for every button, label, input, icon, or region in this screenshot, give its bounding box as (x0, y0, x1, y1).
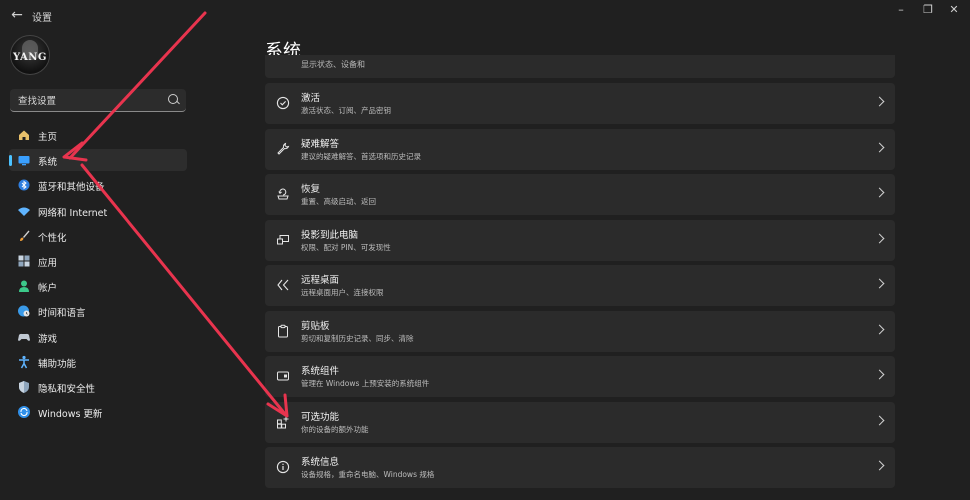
sidebar-item-gaming[interactable]: 游戏 (9, 326, 187, 348)
home-icon (17, 128, 31, 142)
sidebar-item-network[interactable]: 网络和 Internet (9, 200, 187, 222)
apps-icon (17, 254, 31, 268)
info-icon (276, 460, 290, 474)
sidebar-item-time-language[interactable]: 时间和语言 (9, 300, 187, 322)
gamepad-icon (17, 330, 31, 344)
close-icon[interactable]: ✕ (946, 2, 962, 18)
sidebar-item-bluetooth[interactable]: 蓝牙和其他设备 (9, 174, 187, 196)
optional-features-icon (276, 415, 290, 429)
components-icon (276, 369, 290, 383)
avatar[interactable]: YANG (10, 35, 50, 75)
title-bar: ← 设置 – ❐ ✕ (0, 0, 970, 32)
chevron-right-icon (874, 278, 885, 289)
sidebar-item-label: Windows 更新 (38, 409, 103, 421)
card-description: 重置、高级启动、返回 (301, 197, 376, 206)
maximize-icon[interactable]: ❐ (920, 2, 936, 18)
card-description: 建议的疑难解答、首选项和历史记录 (301, 151, 421, 161)
card-optional-features[interactable]: 可选功能 你的设备的额外功能 (265, 401, 895, 443)
person-icon (17, 279, 31, 293)
card-recovery[interactable]: 恢复 重置、高级启动、返回 (265, 174, 895, 215)
sidebar-item-label: 隐私和安全性 (38, 383, 96, 395)
sidebar-item-apps[interactable]: 应用 (9, 250, 187, 272)
chevron-right-icon (874, 233, 885, 243)
card-description: 权限、配对 PIN、可发现性 (301, 242, 391, 252)
sidebar-item-label: 个性化 (38, 232, 67, 244)
chevron-right-icon (874, 369, 885, 380)
wrench-icon (276, 142, 290, 156)
sidebar-item-privacy-security[interactable]: 隐私和安全性 (9, 376, 187, 398)
card-description: 设备规格，重命名电脑、Windows 规格 (301, 470, 435, 479)
card-description: 激活状态、订阅、产品密钥 (301, 106, 391, 115)
card-title: 系统信息 (301, 457, 340, 468)
accessibility-icon (17, 355, 31, 369)
card-description: 剪切和复制历史记录、同步、清除 (301, 333, 414, 343)
recovery-icon (276, 187, 290, 201)
chevron-right-icon (874, 415, 885, 425)
card-remote-desktop[interactable]: 远程桌面 远程桌面用户、连接权限 (265, 265, 895, 306)
clipboard-icon (276, 324, 290, 338)
app-title: 设置 (32, 13, 52, 24)
sidebar-item-system[interactable]: 系统 (9, 149, 187, 172)
chevron-right-icon (874, 460, 885, 471)
sidebar-item-label: 辅助功能 (38, 358, 77, 370)
windows-update-icon (17, 405, 31, 419)
search-icon[interactable] (168, 94, 178, 104)
card-title: 恢复 (301, 184, 321, 195)
chevron-right-icon (874, 96, 885, 107)
card-title: 远程桌面 (301, 275, 340, 286)
sidebar-item-windows-update[interactable]: Windows 更新 (9, 401, 187, 423)
brush-icon (17, 229, 31, 243)
wifi-icon (17, 204, 31, 218)
sidebar-item-label: 应用 (38, 257, 58, 269)
remote-desktop-icon (276, 278, 290, 292)
sidebar-item-label: 系统 (38, 157, 58, 169)
card-activation[interactable]: 激活 激活状态、订阅、产品密钥 (265, 83, 895, 124)
card-title: 投影到此电脑 (301, 229, 359, 241)
globe-clock-icon (17, 304, 31, 318)
card-description: 远程桌面用户、连接权限 (301, 288, 384, 297)
search-input[interactable] (16, 92, 170, 110)
sidebar-item-label: 蓝牙和其他设备 (38, 182, 105, 194)
card-description: 管理在 Windows 上预安装的系统组件 (301, 379, 430, 388)
chevron-right-icon (874, 187, 885, 198)
card-troubleshoot[interactable]: 疑难解答 建议的疑难解答、首选项和历史记录 (265, 128, 895, 170)
card-title: 系统组件 (301, 366, 340, 377)
card-description: 显示状态、设备和 (301, 60, 365, 69)
sidebar-item-label: 时间和语言 (38, 308, 86, 320)
sidebar-item-personalization[interactable]: 个性化 (9, 225, 187, 247)
search-box[interactable] (10, 89, 186, 112)
chevron-right-icon (874, 324, 885, 334)
card-description: 你的设备的额外功能 (301, 424, 369, 434)
shield-icon (17, 380, 31, 394)
sidebar-item-label: 游戏 (38, 333, 58, 345)
card-project-to-pc[interactable]: 投影到此电脑 权限、配对 PIN、可发现性 (265, 219, 895, 261)
sidebar-item-accessibility[interactable]: 辅助功能 (9, 351, 187, 373)
card-system-components[interactable]: 系统组件 管理在 Windows 上预安装的系统组件 (265, 356, 895, 397)
card-title: 疑难解答 (301, 138, 340, 150)
projection-icon (276, 233, 290, 247)
minimize-icon[interactable]: – (893, 2, 909, 18)
card-title: 激活 (301, 93, 321, 104)
sidebar-item-label: 网络和 Internet (38, 207, 108, 219)
chevron-right-icon (874, 142, 885, 152)
settings-card-partial[interactable]: 显示状态、设备和 (265, 55, 895, 78)
sidebar-item-label: 帐户 (38, 283, 58, 295)
card-clipboard[interactable]: 剪贴板 剪切和复制历史记录、同步、清除 (265, 310, 895, 352)
back-arrow-icon[interactable]: ← (8, 6, 26, 24)
check-circle-icon (276, 96, 290, 110)
sidebar-item-home[interactable]: 主页 (9, 124, 187, 146)
monitor-icon (17, 153, 31, 167)
bluetooth-icon (17, 178, 31, 192)
card-system-info[interactable]: 系统信息 设备规格，重命名电脑、Windows 规格 (265, 447, 895, 488)
card-title: 剪贴板 (301, 320, 330, 332)
settings-card-list: 显示状态、设备和 激活 激活状态、订阅、产品密钥 疑难解答 建议的疑难解答、首选… (265, 55, 895, 500)
sidebar-item-label: 主页 (38, 132, 58, 143)
sidebar-nav: 主页 系统 蓝牙和其他设备 网络和 Internet 个性化 应用 帐户 时间和… (9, 124, 187, 426)
card-title: 可选功能 (301, 411, 340, 423)
avatar-text: YANG (13, 52, 47, 63)
sidebar-item-accounts[interactable]: 帐户 (9, 275, 187, 297)
